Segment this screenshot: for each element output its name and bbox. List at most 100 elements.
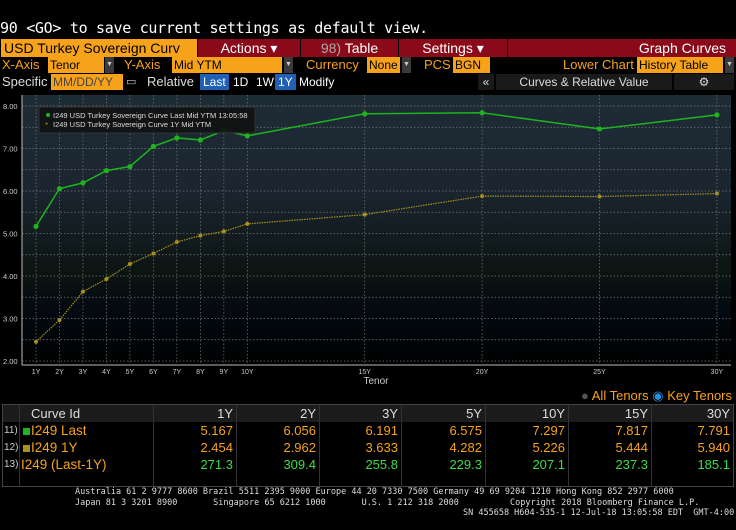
currency-select[interactable]: None bbox=[367, 57, 400, 73]
row-number[interactable]: 11) bbox=[3, 422, 21, 439]
row-number[interactable]: 12) bbox=[3, 439, 21, 456]
relative-1y-button[interactable]: 1Y bbox=[275, 74, 296, 90]
legend-marker-1y: * bbox=[45, 121, 48, 130]
footer-session: SN 455658 H604-535-1 12-Jul-18 13:05:58 … bbox=[463, 508, 735, 518]
curve-table: Curve Id 1Y 2Y 3Y 5Y 10Y 15Y 30Y 11) I249 Last 5.… bbox=[2, 404, 734, 487]
table-cell: 207.1 bbox=[532, 457, 565, 472]
yield-curve-chart: 1Y 2Y 3Y 4Y 5Y 6Y 7Y 8Y 9Y 10Y 15Y 20Y 25Y 30Y 2.00 3.0… bbox=[3, 95, 731, 387]
x-tick-label: 6Y bbox=[149, 369, 158, 376]
table-cell: 7.297 bbox=[532, 423, 565, 438]
series-last-point bbox=[56, 186, 63, 192]
table-cell: 5.444 bbox=[615, 440, 648, 455]
relative-1d-button[interactable]: 1D bbox=[230, 74, 251, 90]
curve-name[interactable]: I249 Last bbox=[31, 422, 90, 439]
series-last-point bbox=[174, 135, 180, 141]
table-cell: 309.4 bbox=[283, 457, 316, 472]
table-cell: 5.940 bbox=[697, 440, 730, 455]
series-color-swatch bbox=[23, 428, 30, 435]
modify-button[interactable]: Modify bbox=[296, 74, 337, 90]
series-1y-point bbox=[34, 339, 38, 344]
table-cell: 7.791 bbox=[697, 423, 730, 438]
radio-key-icon[interactable]: ◉ bbox=[652, 388, 663, 403]
table-cell: 6.056 bbox=[283, 423, 316, 438]
specific-label: Specific bbox=[2, 74, 48, 89]
lower-chart-select[interactable]: History Table bbox=[637, 57, 723, 73]
series-1y-point bbox=[127, 262, 132, 267]
date-input[interactable]: MM/DD/YY bbox=[51, 74, 123, 90]
yaxis-label: Y-Axis bbox=[124, 57, 161, 72]
table-cell: 2.454 bbox=[200, 440, 233, 455]
series-last-point bbox=[362, 111, 368, 117]
x-tick-label: 7Y bbox=[173, 369, 182, 376]
y-tick-label: 2.00 bbox=[3, 357, 18, 366]
legend-entry-last: I249 USD Turkey Sovereign Curve Last Mid… bbox=[53, 111, 248, 120]
pcs-label: PCS bbox=[424, 57, 451, 72]
security-input[interactable]: USD Turkey Sovereign Curv bbox=[1, 39, 197, 57]
series-last-point bbox=[596, 126, 603, 132]
table-cell: 185.1 bbox=[697, 457, 730, 472]
all-tenors-option[interactable]: All Tenors bbox=[592, 388, 649, 403]
series-last-point bbox=[103, 168, 110, 174]
x-axis-title: Tenor bbox=[363, 376, 389, 387]
column-header: 3Y bbox=[382, 406, 398, 421]
series-1y-point bbox=[151, 251, 156, 256]
chevron-down-icon[interactable]: ▼ bbox=[105, 57, 114, 73]
footer-contacts: Australia 61 2 9777 8600 Brazil 5511 239… bbox=[75, 487, 674, 497]
x-tick-label: 15Y bbox=[358, 369, 371, 376]
x-tick-label: 10Y bbox=[241, 369, 254, 376]
series-1y-point bbox=[57, 318, 62, 323]
row-number[interactable]: 13) bbox=[3, 456, 21, 473]
y-tick-label: 4.00 bbox=[3, 272, 18, 281]
x-tick-label: 2Y bbox=[55, 369, 64, 376]
curve-name[interactable]: I249 (Last-1Y) bbox=[21, 456, 110, 473]
plot-area bbox=[22, 95, 731, 365]
chevron-down-icon[interactable]: ▼ bbox=[402, 57, 411, 73]
y-tick-label: 5.00 bbox=[3, 230, 18, 239]
gear-icon[interactable]: ⚙ bbox=[674, 74, 734, 90]
table-button[interactable]: 98) Table bbox=[301, 39, 398, 57]
column-header: 15Y bbox=[624, 406, 648, 421]
series-1y-point bbox=[480, 194, 485, 199]
tenor-toggle: ● All Tenors ◉ Key Tenors bbox=[581, 388, 732, 404]
series-1y-point bbox=[174, 240, 179, 244]
series-last-point bbox=[33, 223, 39, 230]
series-last-point bbox=[197, 137, 203, 143]
x-tick-label: 8Y bbox=[196, 369, 205, 376]
command-message: 90 <GO> to save current settings as defa… bbox=[0, 19, 428, 37]
radio-all-icon[interactable]: ● bbox=[581, 388, 589, 403]
curve-id-header: Curve Id bbox=[31, 406, 81, 421]
chevron-down-icon[interactable]: ▼ bbox=[725, 57, 734, 73]
y-tick-label: 3.00 bbox=[3, 315, 18, 324]
table-cell: 7.817 bbox=[615, 423, 648, 438]
actions-menu[interactable]: Actions ▾ bbox=[198, 39, 300, 57]
key-tenors-option[interactable]: Key Tenors bbox=[667, 388, 732, 403]
table-cell: 5.167 bbox=[200, 423, 233, 438]
table-cell: 271.3 bbox=[200, 457, 233, 472]
currency-label: Currency bbox=[306, 57, 359, 72]
legend-marker-last bbox=[46, 113, 50, 117]
column-header: 10Y bbox=[541, 406, 565, 421]
xaxis-label: X-Axis bbox=[2, 57, 40, 72]
collapse-button[interactable]: « bbox=[478, 74, 494, 90]
table-cell: 255.8 bbox=[365, 457, 398, 472]
relative-1w-button[interactable]: 1W bbox=[253, 74, 277, 90]
series-1y-point bbox=[714, 191, 719, 196]
chevron-down-icon[interactable]: ▼ bbox=[284, 57, 293, 73]
series-last-point bbox=[479, 110, 485, 116]
legend-entry-1y: I249 USD Turkey Sovereign Curve 1Y Mid Y… bbox=[53, 120, 211, 129]
footer-copyright: Japan 81 3 3201 8900 Singapore 65 6212 1… bbox=[75, 498, 700, 508]
series-1y-point bbox=[245, 221, 250, 226]
xaxis-select[interactable]: Tenor bbox=[48, 57, 104, 73]
axis-options-row: X-Axis Tenor ▼ Y-Axis Mid YTM ▼ Currency… bbox=[0, 57, 736, 74]
curve-name[interactable]: I249 1Y bbox=[31, 439, 81, 456]
x-tick-label: 9Y bbox=[220, 369, 229, 376]
relative-label: Relative bbox=[147, 74, 194, 89]
y-tick-label: 8.00 bbox=[3, 102, 18, 111]
relative-last-button[interactable]: Last bbox=[200, 74, 229, 90]
series-1y-point bbox=[221, 229, 226, 234]
calendar-icon[interactable]: ▭ bbox=[126, 74, 136, 90]
settings-menu[interactable]: Settings ▾ bbox=[399, 39, 507, 57]
series-color-swatch bbox=[23, 445, 30, 452]
pcs-input[interactable]: BGN bbox=[453, 57, 490, 73]
yaxis-select[interactable]: Mid YTM bbox=[172, 57, 282, 73]
